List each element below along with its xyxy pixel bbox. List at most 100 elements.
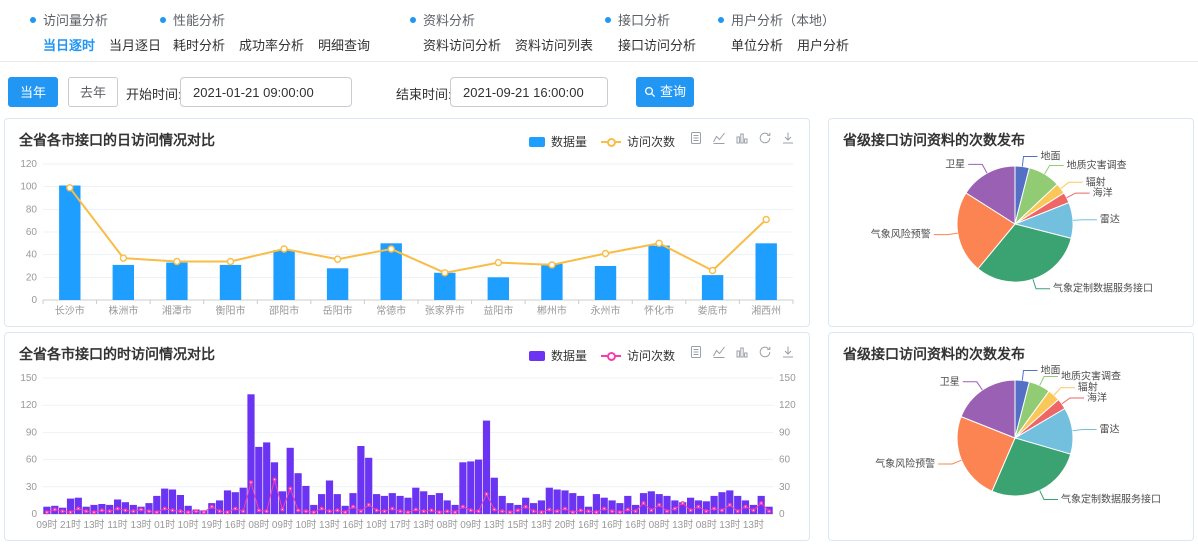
svg-text:16时: 16时 [625, 519, 646, 531]
download-icon[interactable] [781, 131, 795, 145]
svg-text:90: 90 [779, 427, 791, 438]
nav-item-user-analysis[interactable]: 用户分析 [797, 35, 849, 54]
nav-item-data-access-analysis[interactable]: 资料访问分析 [423, 35, 501, 54]
legend-bar-label: 数据量 [551, 133, 587, 150]
nav-item-time-analysis[interactable]: 耗时分析 [173, 35, 225, 54]
svg-text:张家界市: 张家界市 [425, 304, 465, 317]
svg-text:11时: 11时 [107, 519, 127, 531]
bullet-icon [30, 17, 36, 23]
daily-visits-chart-card: 全省各市接口的日访问情况对比 数据量 访问次数 020406080100120长… [4, 118, 810, 327]
nav-item-interface-access-analysis[interactable]: 接口访问分析 [618, 35, 696, 54]
svg-text:30: 30 [26, 482, 38, 493]
svg-text:13时: 13时 [719, 519, 740, 531]
svg-text:60: 60 [26, 227, 38, 238]
svg-text:卫星: 卫星 [940, 376, 960, 388]
svg-text:16时: 16时 [343, 519, 364, 531]
svg-text:雷达: 雷达 [1100, 424, 1120, 436]
svg-text:20: 20 [26, 272, 38, 283]
legend-line-label: 访问次数 [627, 347, 675, 364]
svg-text:120: 120 [20, 400, 37, 411]
svg-text:120: 120 [20, 159, 37, 170]
svg-text:0: 0 [779, 509, 785, 520]
svg-text:地质灾害调查: 地质灾害调查 [1067, 159, 1127, 172]
nav-item-data-access-list[interactable]: 资料访问列表 [515, 35, 593, 54]
line-chart-toggle-icon[interactable] [712, 131, 726, 145]
nav-item-hourly-today[interactable]: 当日逐时 [43, 35, 95, 54]
svg-text:13时: 13时 [131, 519, 152, 531]
svg-text:郴州市: 郴州市 [537, 304, 567, 317]
svg-text:气象风险预警: 气象风险预警 [871, 228, 931, 241]
svg-text:08时: 08时 [248, 519, 269, 531]
pie-top-card: 省级接口访问资料的次数发布 地面地质灾害调查辐射海洋雷达气象定制数据服务接口气象… [828, 118, 1194, 327]
bar-chart-toggle-icon[interactable] [735, 131, 749, 145]
svg-text:80: 80 [26, 204, 38, 215]
svg-text:0: 0 [31, 295, 37, 306]
nav-item-success-rate[interactable]: 成功率分析 [239, 35, 304, 54]
dashboard-page: 访问量分析 当日逐时 当月逐日 性能分析 耗时分析 成功率分析 明细查询 资料分… [0, 0, 1198, 547]
svg-text:永州市: 永州市 [591, 304, 621, 317]
svg-text:雷达: 雷达 [1100, 214, 1120, 226]
search-button[interactable]: 查询 [636, 77, 694, 107]
chart-toolbox [689, 131, 795, 145]
download-icon[interactable] [781, 345, 795, 359]
chart-legend[interactable]: 数据量 访问次数 [529, 347, 675, 364]
data-view-icon[interactable] [689, 345, 703, 359]
svg-text:17时: 17时 [390, 519, 411, 531]
svg-text:气象定制数据服务接口: 气象定制数据服务接口 [1053, 282, 1153, 295]
svg-text:0: 0 [31, 509, 37, 520]
svg-text:40: 40 [26, 250, 38, 261]
line-chart-toggle-icon[interactable] [712, 345, 726, 359]
svg-text:16时: 16时 [225, 519, 246, 531]
svg-text:30: 30 [779, 482, 791, 493]
nav-item-daily-month[interactable]: 当月逐日 [109, 35, 161, 54]
nav-item-unit-analysis[interactable]: 单位分析 [731, 35, 783, 54]
nav-group-users: 用户分析（本地） 单位分析 用户分析 [718, 10, 849, 54]
svg-text:辐射: 辐射 [1078, 381, 1098, 394]
pie-top-canvas[interactable]: 地面地质灾害调查辐射海洋雷达气象定制数据服务接口气象风险预警卫星 [829, 147, 1193, 326]
svg-text:地面: 地面 [1041, 150, 1061, 163]
bullet-icon [160, 17, 166, 23]
svg-text:21时: 21时 [60, 519, 81, 531]
refresh-icon[interactable] [758, 131, 772, 145]
svg-text:株洲市: 株洲市 [108, 304, 138, 317]
nav-group-title: 访问量分析 [43, 10, 108, 29]
nav-group-title: 接口分析 [618, 10, 670, 29]
svg-text:13时: 13时 [83, 519, 104, 531]
bar-chart-toggle-icon[interactable] [735, 345, 749, 359]
bullet-icon [410, 17, 416, 23]
svg-text:08时: 08时 [696, 519, 717, 531]
data-view-icon[interactable] [689, 131, 703, 145]
nav-item-detail-query[interactable]: 明细查询 [318, 35, 370, 54]
svg-text:10时: 10时 [178, 519, 199, 531]
bullet-icon [718, 17, 724, 23]
start-time-input[interactable] [180, 77, 352, 107]
last-year-button[interactable]: 去年 [68, 77, 118, 107]
svg-text:13时: 13时 [531, 519, 552, 531]
svg-text:海洋: 海洋 [1093, 186, 1113, 199]
svg-text:100: 100 [20, 182, 37, 193]
svg-text:长沙市: 长沙市 [55, 304, 85, 317]
daily-chart-canvas[interactable]: 020406080100120长沙市株洲市湘潭市衡阳市邵阳市岳阳市常德市张家界市… [5, 156, 811, 326]
chart-legend[interactable]: 数据量 访问次数 [529, 133, 675, 150]
svg-text:岳阳市: 岳阳市 [323, 304, 353, 317]
svg-text:60: 60 [26, 455, 38, 466]
start-time-label: 开始时间: [126, 84, 182, 103]
refresh-icon[interactable] [758, 345, 772, 359]
svg-text:150: 150 [20, 373, 37, 384]
pie-bottom-canvas[interactable]: 地面地质灾害调查辐射海洋雷达气象定制数据服务接口气象风险预警卫星 [829, 361, 1193, 540]
svg-text:15时: 15时 [507, 519, 528, 531]
svg-text:衡阳市: 衡阳市 [216, 304, 246, 317]
bullet-icon [605, 17, 611, 23]
nav-group-title: 资料分析 [423, 10, 475, 29]
end-time-input[interactable] [450, 77, 608, 107]
svg-text:卫星: 卫星 [945, 158, 965, 170]
nav-group-visits: 访问量分析 当日逐时 当月逐日 [30, 10, 161, 54]
svg-text:09时: 09时 [272, 519, 293, 531]
this-year-button[interactable]: 当年 [8, 77, 58, 107]
legend-line-swatch [601, 352, 621, 360]
hourly-chart-canvas[interactable]: 0030306060909012012015015009时21时13时11时13… [5, 370, 811, 540]
svg-text:150: 150 [779, 373, 796, 384]
svg-text:09时: 09时 [460, 519, 481, 531]
svg-text:08时: 08时 [649, 519, 670, 531]
nav-group-performance: 性能分析 耗时分析 成功率分析 明细查询 [160, 10, 370, 54]
